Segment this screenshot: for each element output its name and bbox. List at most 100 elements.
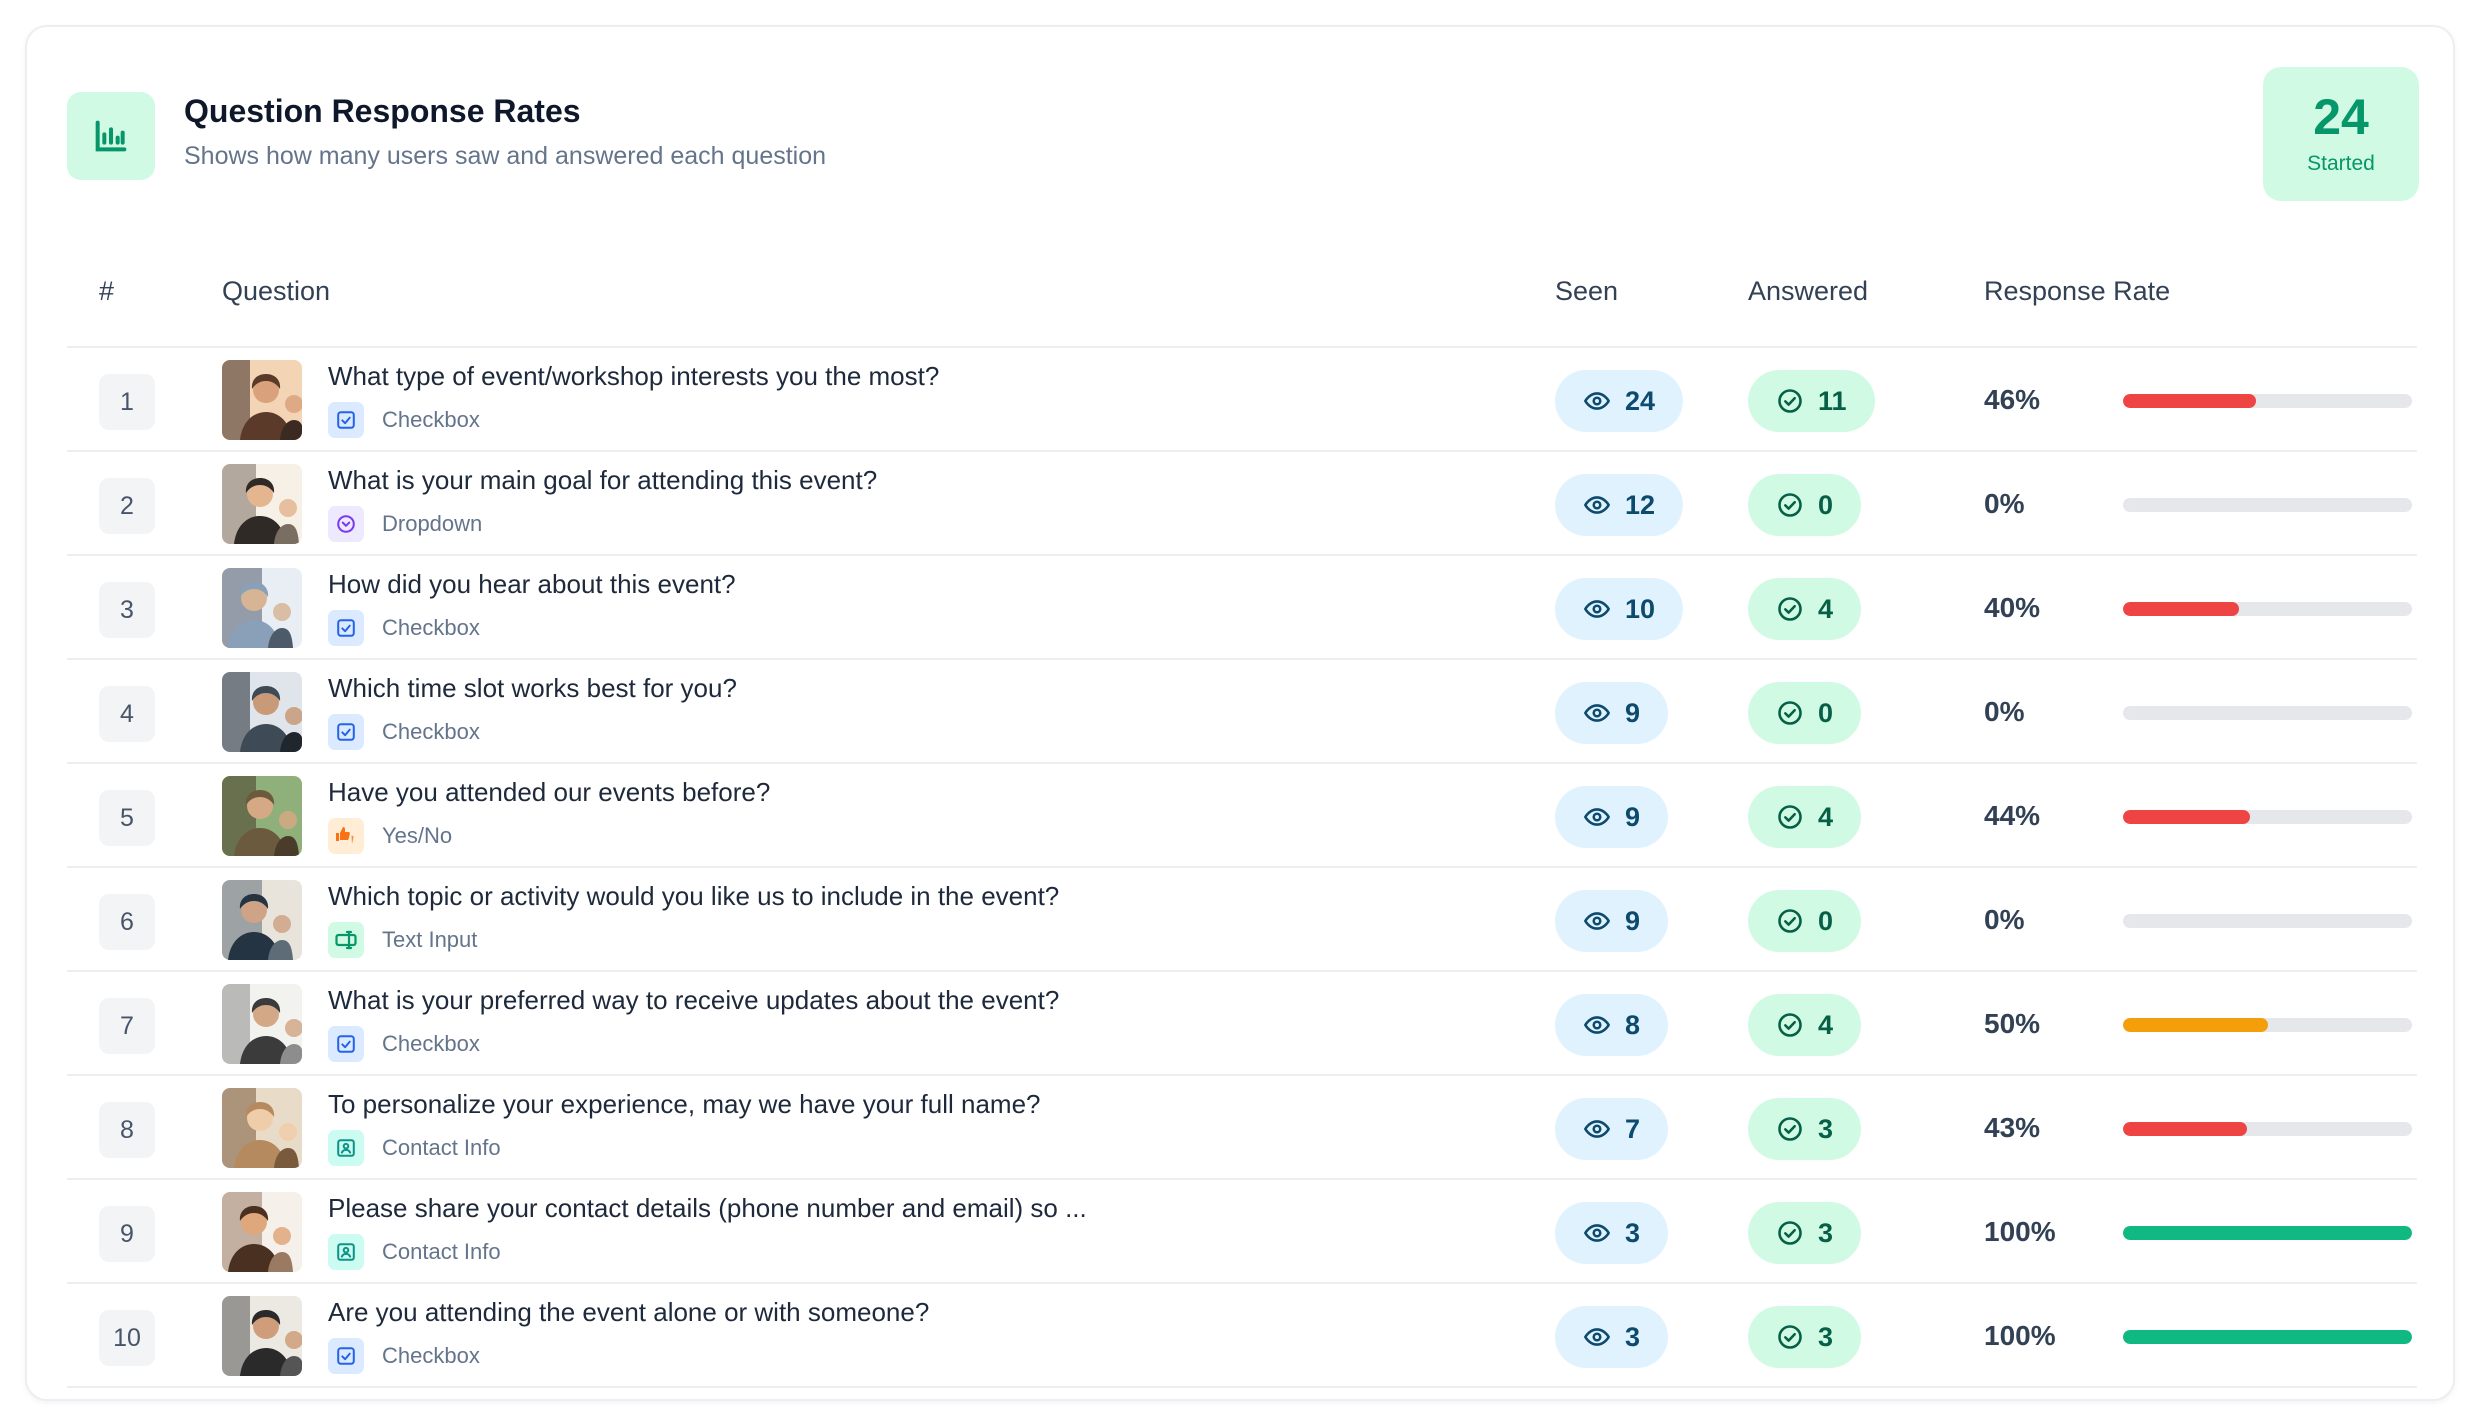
response-rate-bar-fill xyxy=(2123,602,2239,616)
table-row: 5 Have you attended our events before? Yes… xyxy=(67,764,2417,868)
response-rate-bar xyxy=(2123,498,2412,512)
response-rate-value: 100% xyxy=(1984,1216,2056,1247)
eye-icon xyxy=(1583,595,1611,623)
check-circle-icon xyxy=(1776,699,1804,727)
answered-count-badge: 3 xyxy=(1748,1098,1862,1160)
response-rate-value: 43% xyxy=(1984,1112,2041,1143)
question-thumbnail xyxy=(222,464,302,544)
table-row: 4 Which time slot works best for you? Chec… xyxy=(67,660,2417,764)
eye-icon xyxy=(1583,387,1611,415)
checkbox-icon xyxy=(328,610,364,646)
answered-count-badge: 3 xyxy=(1748,1202,1862,1264)
question-number: 9 xyxy=(99,1206,155,1262)
response-rate-bar-fill xyxy=(2123,1018,2268,1032)
question-thumbnail xyxy=(222,568,302,648)
question-thumbnail xyxy=(222,672,302,752)
started-count: 24 xyxy=(2313,89,2369,145)
column-header-number: # xyxy=(99,276,115,306)
question-text: Please share your contact details (phone… xyxy=(328,1193,1087,1223)
response-rate-bar-fill xyxy=(2123,1226,2412,1240)
question-number: 4 xyxy=(99,686,155,742)
answered-count-badge: 4 xyxy=(1748,994,1862,1056)
question-type: Text Input xyxy=(328,922,477,958)
question-type-label: Checkbox xyxy=(382,1031,480,1056)
table-row: 8 To personalize your experience, may we … xyxy=(67,1076,2417,1180)
answered-count-badge: 0 xyxy=(1748,682,1862,744)
response-rate-bar xyxy=(2123,602,2412,616)
question-type-label: Yes/No xyxy=(382,823,453,848)
card-subtitle: Shows how many users saw and answered ea… xyxy=(184,142,827,170)
answered-count-badge: 4 xyxy=(1748,786,1862,848)
checkbox-icon xyxy=(328,402,364,438)
question-thumbnail xyxy=(222,1088,302,1168)
response-rate-bar xyxy=(2123,1018,2412,1032)
thumbs-icon xyxy=(328,818,364,854)
question-text: What is your main goal for attending thi… xyxy=(328,465,878,495)
question-type: Checkbox xyxy=(328,610,480,646)
seen-count: 24 xyxy=(1625,385,1656,416)
response-rate-value: 46% xyxy=(1984,384,2041,415)
response-rate-value: 0% xyxy=(1984,488,2025,519)
answered-count: 4 xyxy=(1818,801,1834,832)
answered-count-badge: 0 xyxy=(1748,890,1862,952)
seen-count-badge: 9 xyxy=(1555,682,1669,744)
seen-count: 9 xyxy=(1625,801,1641,832)
table-header: # Question Seen Answered Response Rate xyxy=(67,242,2417,348)
question-number: 7 xyxy=(99,998,155,1054)
question-text: Which topic or activity would you like u… xyxy=(328,881,1060,911)
table-row: 10 Are you attending the event alone or w… xyxy=(67,1284,2417,1388)
column-header-question: Question xyxy=(222,276,331,306)
questions-table: # Question Seen Answered Response Rate 1… xyxy=(67,242,2417,1388)
answered-count: 0 xyxy=(1818,905,1834,936)
question-type-label: Dropdown xyxy=(382,511,483,536)
question-number: 6 xyxy=(99,894,155,950)
check-circle-icon xyxy=(1776,1011,1804,1039)
question-thumbnail xyxy=(222,1296,302,1376)
response-rate-bar xyxy=(2123,810,2412,824)
answered-count: 4 xyxy=(1818,593,1834,624)
answered-count: 3 xyxy=(1818,1113,1834,1144)
eye-icon xyxy=(1583,1219,1611,1247)
question-number: 1 xyxy=(99,374,155,430)
contact-card-icon xyxy=(328,1130,364,1166)
check-circle-icon xyxy=(1776,1115,1804,1143)
eye-icon xyxy=(1583,803,1611,831)
question-number: 3 xyxy=(99,582,155,638)
check-circle-icon xyxy=(1776,595,1804,623)
seen-count-badge: 12 xyxy=(1555,474,1684,536)
seen-count: 3 xyxy=(1625,1217,1641,1248)
seen-count-badge: 3 xyxy=(1555,1202,1669,1264)
eye-icon xyxy=(1583,1323,1611,1351)
checkbox-icon xyxy=(328,714,364,750)
check-circle-icon xyxy=(1776,387,1804,415)
question-thumbnail xyxy=(222,776,302,856)
check-circle-icon xyxy=(1776,803,1804,831)
started-label: Started xyxy=(2307,152,2375,175)
column-header-answered: Answered xyxy=(1748,276,1869,306)
eye-icon xyxy=(1583,1011,1611,1039)
answered-count: 0 xyxy=(1818,489,1834,520)
seen-count: 7 xyxy=(1625,1113,1641,1144)
response-rate-value: 44% xyxy=(1984,800,2041,831)
table-row: 6 Which topic or activity would you like … xyxy=(67,868,2417,972)
seen-count-badge: 10 xyxy=(1555,578,1684,640)
question-thumbnail xyxy=(222,360,302,440)
started-badge: 24 Started xyxy=(2263,67,2419,201)
checkbox-icon xyxy=(328,1338,364,1374)
answered-count: 4 xyxy=(1818,1009,1834,1040)
seen-count-badge: 24 xyxy=(1555,370,1684,432)
seen-count: 12 xyxy=(1625,489,1656,520)
card-title: Question Response Rates xyxy=(184,93,581,129)
seen-count: 9 xyxy=(1625,905,1641,936)
response-rate-bar-fill xyxy=(2123,1330,2412,1344)
response-rate-value: 40% xyxy=(1984,592,2041,623)
contact-card-icon xyxy=(328,1234,364,1270)
eye-icon xyxy=(1583,1115,1611,1143)
question-type: Contact Info xyxy=(328,1234,501,1270)
question-type: Checkbox xyxy=(328,1026,480,1062)
eye-icon xyxy=(1583,491,1611,519)
answered-count-badge: 11 xyxy=(1748,370,1875,432)
answered-count-badge: 0 xyxy=(1748,474,1862,536)
question-thumbnail xyxy=(222,880,302,960)
table-row: 7 What is your preferred way to receive u… xyxy=(67,972,2417,1076)
